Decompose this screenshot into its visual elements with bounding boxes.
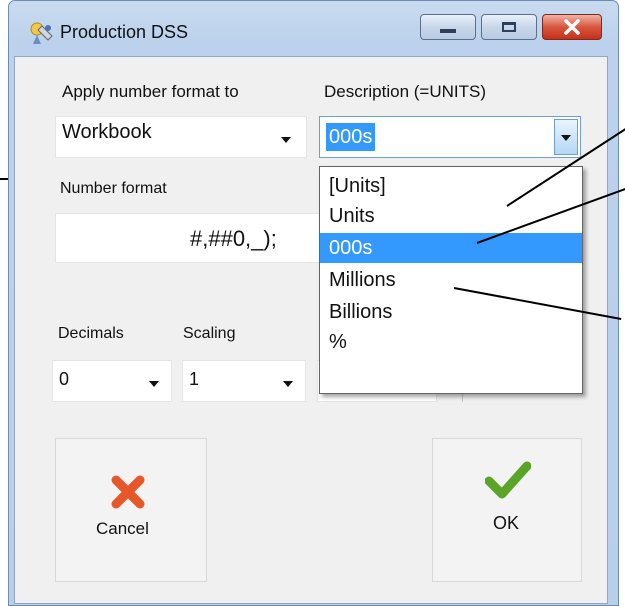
window-title: Production DSS (60, 22, 189, 42)
apply-format-select[interactable]: Workbook (55, 116, 307, 158)
cancel-button[interactable]: Cancel (55, 438, 207, 582)
apply-format-value: Workbook (62, 121, 152, 143)
option-percent[interactable]: % (320, 327, 582, 357)
decimals-value: 0 (59, 369, 70, 389)
cancel-label: Cancel (96, 519, 149, 538)
maximize-icon (502, 22, 516, 32)
maximize-button[interactable] (481, 14, 537, 40)
decimals-label: Decimals (58, 325, 124, 342)
scaling-value: 1 (189, 369, 200, 389)
number-format-label: Number format (60, 180, 167, 197)
option-units[interactable]: Units (320, 201, 582, 231)
description-value: 000s (326, 123, 376, 151)
chevron-down-icon (561, 135, 571, 141)
description-select[interactable]: 000s (319, 116, 581, 158)
ok-label: OK (493, 513, 520, 533)
close-button[interactable] (542, 14, 602, 40)
number-format-value: #,##0,_); (190, 226, 277, 251)
number-format-field[interactable]: #,##0,_); (55, 213, 325, 263)
chevron-down-icon (283, 381, 293, 387)
option-000s[interactable]: 000s (320, 233, 582, 263)
chevron-down-icon (149, 381, 159, 387)
option-millions[interactable]: Millions (320, 265, 582, 295)
description-label: Description (=UNITS) (324, 82, 487, 101)
checkmark-icon (485, 461, 531, 499)
description-dropdown-button[interactable] (554, 119, 578, 155)
app-icon (28, 20, 54, 46)
decimals-select[interactable]: 0 (52, 360, 172, 402)
option-billions[interactable]: Billions (320, 297, 582, 327)
close-icon (564, 19, 580, 35)
cancel-x-icon (111, 475, 145, 509)
minimize-icon (440, 29, 456, 33)
minimize-button[interactable] (420, 14, 476, 40)
description-dropdown-list[interactable]: [Units] Units 000s Millions Billions % (319, 166, 583, 394)
scaling-label: Scaling (183, 325, 236, 342)
scaling-select[interactable]: 1 (182, 360, 306, 402)
chevron-down-icon (281, 137, 291, 143)
option-units-bracket[interactable]: [Units] (320, 171, 582, 201)
ok-button[interactable]: OK (432, 438, 582, 582)
apply-format-label: Apply number format to (62, 82, 239, 101)
